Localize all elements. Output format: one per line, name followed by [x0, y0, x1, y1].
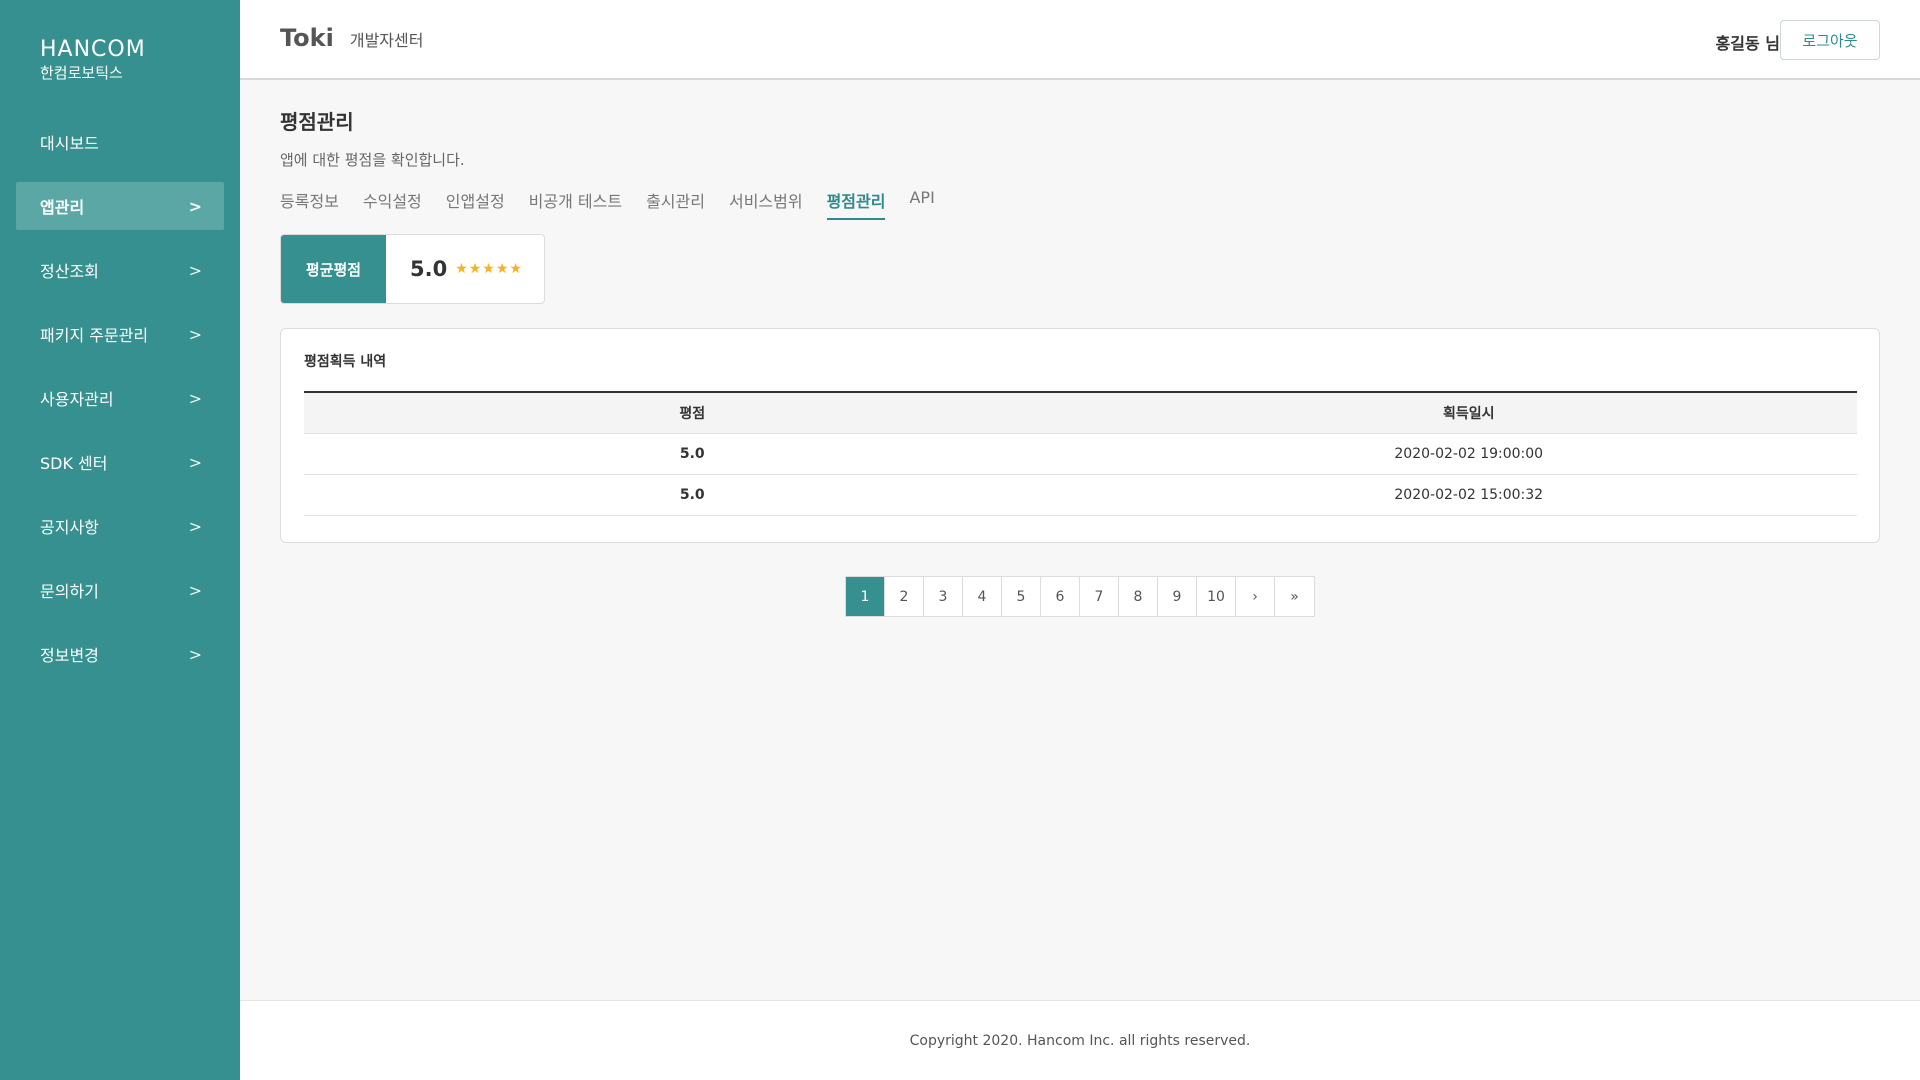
- brand-name: Toki: [280, 24, 334, 52]
- hancom-logo[interactable]: HANCOM 한컴로보틱스: [40, 38, 146, 83]
- sidebar-item-label: 정보변경: [40, 646, 99, 665]
- rating-number: 5.0: [410, 257, 448, 281]
- sidebar-item-label: 사용자관리: [40, 390, 114, 409]
- cell-date: 2020-02-02 15:00:32: [1394, 487, 1544, 503]
- sidebar-item-app-management[interactable]: 앱관리 >: [16, 182, 224, 230]
- page-button-3[interactable]: 3: [924, 577, 963, 616]
- cell-date: 2020-02-02 19:00:00: [1394, 446, 1544, 462]
- chevron-right-icon: >: [188, 644, 202, 664]
- chevron-right-icon: >: [188, 516, 202, 536]
- page-title: 평점관리: [280, 110, 354, 134]
- cell-score: 5.0: [679, 446, 705, 462]
- panel-title: 평점획득 내역: [304, 354, 387, 370]
- page-button-5[interactable]: 5: [1002, 577, 1041, 616]
- sidebar-item-label: 정산조회: [40, 262, 99, 281]
- tab-revenue-settings[interactable]: 수익설정: [363, 188, 422, 220]
- page-button-9[interactable]: 9: [1158, 577, 1197, 616]
- tab-api[interactable]: API: [909, 188, 934, 220]
- sidebar-item-notices[interactable]: 공지사항 >: [16, 502, 224, 550]
- page-button-10[interactable]: 10: [1197, 577, 1236, 616]
- sidebar-nav: 대시보드 앱관리 > 정산조회 > 패키지 주문관리 > 사용자관리 > SDK…: [16, 118, 224, 694]
- table-row: 5.0 2020-02-02 19:00:00: [304, 434, 1857, 475]
- chevron-right-icon: >: [188, 324, 202, 344]
- chevron-right-icon: >: [188, 452, 202, 472]
- sidebar-item-sdk-center[interactable]: SDK 센터 >: [16, 438, 224, 486]
- average-rating-card: 평균평점 5.0 ★★★★★: [280, 234, 545, 304]
- last-page-icon[interactable]: »: [1275, 577, 1314, 616]
- page-button-4[interactable]: 4: [963, 577, 1002, 616]
- user-name: 홍길동 님: [1715, 34, 1780, 53]
- average-rating-value: 5.0 ★★★★★: [386, 235, 523, 303]
- sidebar-item-label: 문의하기: [40, 582, 99, 601]
- sidebar-item-label: 앱관리: [40, 198, 85, 217]
- sidebar-item-package-orders[interactable]: 패키지 주문관리 >: [16, 310, 224, 358]
- star-rating-icon: ★★★★★: [455, 261, 523, 277]
- page-button-8[interactable]: 8: [1119, 577, 1158, 616]
- main-content: 평점관리 앱에 대한 평점을 확인합니다. 등록정보 수익설정 인앱설정 비공개…: [280, 106, 1880, 543]
- chevron-right-icon: >: [188, 388, 202, 408]
- brand[interactable]: Toki 개발자센터: [280, 24, 423, 52]
- table-header: 평점 획득일시: [304, 393, 1857, 434]
- sidebar-item-settlement[interactable]: 정산조회 >: [16, 246, 224, 294]
- sidebar-item-inquiry[interactable]: 문의하기 >: [16, 566, 224, 614]
- table-row: 5.0 2020-02-02 15:00:32: [304, 475, 1857, 516]
- footer: Copyright 2020. Hancom Inc. all rights r…: [240, 1000, 1920, 1080]
- page-button-7[interactable]: 7: [1080, 577, 1119, 616]
- logout-button[interactable]: 로그아웃: [1780, 20, 1880, 60]
- pagination: 1 2 3 4 5 6 7 8 9 10 › »: [845, 576, 1315, 617]
- page-description: 앱에 대한 평점을 확인합니다.: [280, 151, 465, 169]
- sidebar-item-dashboard[interactable]: 대시보드: [16, 118, 224, 166]
- sidebar-item-account-settings[interactable]: 정보변경 >: [16, 630, 224, 678]
- brand-subtitle: 개발자센터: [349, 31, 424, 50]
- logo-text-ko: 한컴로보틱스: [40, 64, 123, 82]
- rating-history-table: 평점 획득일시 5.0 2020-02-02 19:00:00 5.0 2020…: [304, 391, 1857, 516]
- tab-in-app-settings[interactable]: 인앱설정: [446, 188, 505, 220]
- sidebar: HANCOM 한컴로보틱스 대시보드 앱관리 > 정산조회 > 패키지 주문관리…: [0, 0, 240, 1080]
- next-page-icon[interactable]: ›: [1236, 577, 1275, 616]
- average-rating-label: 평균평점: [281, 235, 386, 303]
- app-tabs: 등록정보 수익설정 인앱설정 비공개 테스트 출시관리 서비스범위 평점관리 A…: [280, 188, 1880, 220]
- top-header: Toki 개발자센터 홍길동 님 로그아웃: [240, 0, 1920, 80]
- logo-text-en: HANCOM: [40, 37, 146, 62]
- sidebar-item-label: 패키지 주문관리: [40, 326, 149, 345]
- cell-score: 5.0: [679, 487, 705, 503]
- sidebar-item-label: 대시보드: [40, 134, 99, 153]
- sidebar-item-label: 공지사항: [40, 518, 99, 537]
- chevron-right-icon: >: [188, 260, 202, 280]
- tab-release-management[interactable]: 출시관리: [646, 188, 705, 220]
- column-header-date: 획득일시: [1442, 406, 1495, 422]
- chevron-right-icon: >: [188, 580, 202, 600]
- column-header-score: 평점: [679, 406, 706, 422]
- copyright-text: Copyright 2020. Hancom Inc. all rights r…: [909, 1032, 1251, 1049]
- chevron-right-icon: >: [188, 196, 202, 216]
- page-button-6[interactable]: 6: [1041, 577, 1080, 616]
- rating-history-panel: 평점획득 내역 평점 획득일시 5.0 2020-02-02 19:00:00 …: [280, 328, 1880, 543]
- page-button-1[interactable]: 1: [846, 577, 885, 616]
- tab-registration-info[interactable]: 등록정보: [280, 188, 339, 220]
- sidebar-item-users[interactable]: 사용자관리 >: [16, 374, 224, 422]
- tab-rating-management[interactable]: 평점관리: [826, 188, 886, 220]
- tab-private-test[interactable]: 비공개 테스트: [529, 188, 622, 220]
- tab-service-scope[interactable]: 서비스범위: [729, 188, 803, 220]
- sidebar-item-label: SDK 센터: [40, 454, 108, 473]
- page-button-2[interactable]: 2: [885, 577, 924, 616]
